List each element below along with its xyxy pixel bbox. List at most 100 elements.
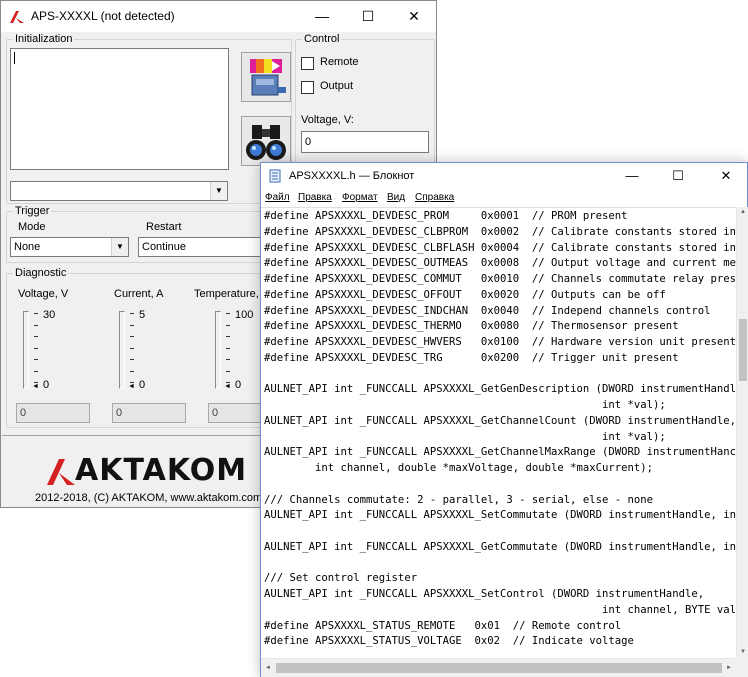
- gauge-tick: [34, 359, 38, 360]
- search-device-button[interactable]: [241, 116, 291, 166]
- gauge-ticks: [130, 313, 136, 387]
- chevron-down-icon[interactable]: ▼: [111, 238, 128, 256]
- code-line: #define APSXXXXL_DEVDESC_THERMO 0x0080 /…: [264, 320, 679, 333]
- menu-edit[interactable]: Правка: [298, 192, 332, 203]
- gauge-tick: [226, 324, 230, 326]
- notepad-text-area[interactable]: #define APSXXXXL_DEVDESC_PROM 0x0001 // …: [261, 207, 736, 658]
- trigger-group-label: Trigger: [13, 205, 52, 217]
- output-label: Output: [320, 80, 354, 92]
- trigger-restart-value: Continue: [142, 241, 187, 253]
- close-button[interactable]: ✕: [391, 1, 437, 32]
- gauge-max: 30: [43, 309, 56, 321]
- gauge-min: 0: [43, 379, 50, 391]
- code-line: int *val);: [264, 430, 666, 443]
- port-select[interactable]: ▼: [10, 181, 228, 201]
- notepad-menubar: Файл Правка Формат Вид Справка: [261, 190, 747, 207]
- app-logo-icon: [9, 9, 25, 25]
- code-line: #define APSXXXXL_DEVDESC_PROM 0x0001 // …: [264, 210, 628, 222]
- remote-checkbox[interactable]: [301, 57, 314, 70]
- code-line: int *val);: [264, 399, 666, 411]
- horizontal-scrollbar[interactable]: ◄ ►: [261, 658, 736, 677]
- voltage-gauge-label: Voltage, V: [18, 288, 69, 300]
- gauge-max: 5: [139, 309, 146, 321]
- gauge-min: 0: [139, 379, 146, 391]
- gauge-max: 100: [235, 309, 254, 321]
- notepad-titlebar[interactable]: APSXXXXL.h — Блокнот — ☐ ✕: [261, 163, 747, 190]
- horizontal-scroll-thumb[interactable]: [276, 663, 722, 673]
- maximize-button[interactable]: ☐: [345, 1, 391, 32]
- gauge-min: 0: [235, 379, 242, 391]
- code-line: #define APSXXXXL_DEVDESC_CLBPROM 0x0002 …: [264, 225, 736, 238]
- voltage-setpoint-input[interactable]: 0: [301, 131, 429, 153]
- scroll-left-icon[interactable]: ◄: [265, 665, 271, 671]
- menu-file[interactable]: Файл: [265, 192, 290, 203]
- gauge-tick: [226, 359, 230, 360]
- restart-label: Restart: [146, 221, 182, 233]
- remote-label: Remote: [320, 56, 359, 68]
- connect-icon: [250, 59, 286, 96]
- temperature-gauge: 100 0 ◄: [211, 309, 254, 393]
- gauge-track: [119, 311, 125, 389]
- gauge-tick: [130, 359, 134, 360]
- notepad-minimize-button[interactable]: —: [609, 163, 655, 190]
- vertical-scroll-thumb[interactable]: [739, 319, 747, 381]
- code-line: #define APSXXXXL_STATUS_REMOTE 0x01 // R…: [264, 619, 622, 632]
- gauge-tick: [130, 347, 134, 349]
- code-line: int channel, double *maxVoltage, double …: [264, 462, 654, 474]
- gauge-tick: [34, 324, 38, 326]
- gauge-ticks: [34, 313, 40, 387]
- scroll-down-icon[interactable]: ▼: [740, 649, 746, 655]
- notepad-title: APSXXXXL.h — Блокнот: [289, 170, 415, 182]
- code-line: #define APSXXXXL_DEVDESC_OFFOUT 0x0020 /…: [264, 288, 666, 301]
- code-line: int channel, BYTE val);: [264, 603, 736, 616]
- gauge-tick: [226, 370, 230, 372]
- diagnostic-group-label: Diagnostic: [13, 267, 69, 279]
- temperature-gauge-label: Temperature,: [194, 288, 259, 300]
- code-line: #define APSXXXXL_DEVDESC_TRG 0x0200 // T…: [264, 351, 679, 364]
- gauge-tick: [226, 336, 230, 337]
- minimize-button[interactable]: —: [299, 1, 345, 32]
- gauge-tick: [34, 370, 38, 372]
- output-checkbox[interactable]: [301, 81, 314, 94]
- vertical-scrollbar[interactable]: ▲ ▼: [736, 207, 748, 658]
- code-line: /// Set control register: [264, 572, 418, 585]
- binoculars-icon: [246, 125, 286, 160]
- notepad-close-button[interactable]: ✕: [703, 163, 748, 190]
- notepad-maximize-button[interactable]: ☐: [655, 163, 701, 190]
- connect-button[interactable]: [241, 52, 291, 102]
- code-line: #define APSXXXXL_DEVDESC_INDCHAN 0x0040 …: [264, 304, 711, 317]
- gauge-tick: [34, 336, 38, 337]
- control-group-label: Control: [302, 33, 342, 45]
- chevron-down-icon[interactable]: ▼: [210, 182, 227, 200]
- text-caret: [14, 52, 15, 64]
- current-gauge-label: Current, A: [114, 288, 164, 300]
- trigger-mode-select[interactable]: None ▼: [10, 237, 129, 257]
- menu-help[interactable]: Справка: [415, 192, 454, 203]
- initialization-textarea[interactable]: [10, 48, 229, 170]
- aps-title: APS-XXXXL (not detected): [31, 9, 175, 23]
- menu-view[interactable]: Вид: [387, 192, 405, 203]
- gauge-pointer-icon: ◄: [224, 383, 231, 390]
- trigger-restart-select[interactable]: Continue: [138, 237, 268, 257]
- gauge-ticks: [226, 313, 232, 387]
- scroll-right-icon[interactable]: ►: [726, 665, 732, 671]
- menu-format[interactable]: Формат: [342, 192, 378, 203]
- gauge-tick: [130, 313, 134, 314]
- code-line: AULNET_API int _FUNCCALL APSXXXXL_SetCon…: [264, 588, 705, 600]
- gauge-pointer-icon: ◄: [32, 383, 39, 390]
- aps-titlebar[interactable]: APS-XXXXL (not detected) — ☐ ✕: [1, 1, 436, 32]
- temperature-readout-value: 0: [212, 407, 219, 419]
- copyright-text: 2012-2018, (C) AKTAKOM, www.aktakom.com: [35, 492, 263, 504]
- code-line: AULNET_API int _FUNCCALL APSXXXXL_SetCom…: [264, 509, 736, 522]
- current-gauge: 5 0 ◄: [115, 309, 155, 393]
- scroll-up-icon[interactable]: ▲: [740, 209, 746, 215]
- initialization-group-label: Initialization: [13, 33, 75, 45]
- notepad-window: APSXXXXL.h — Блокнот — ☐ ✕ Файл Правка Ф…: [260, 162, 748, 677]
- gauge-track: [23, 311, 29, 389]
- voltage-gauge: 30 0 ◄: [19, 309, 59, 393]
- gauge-tick: [34, 347, 38, 349]
- current-readout: 0: [112, 403, 186, 423]
- gauge-tick: [226, 313, 230, 314]
- gauge-tick: [130, 324, 134, 326]
- logo-text: AKTAKOM: [75, 453, 248, 488]
